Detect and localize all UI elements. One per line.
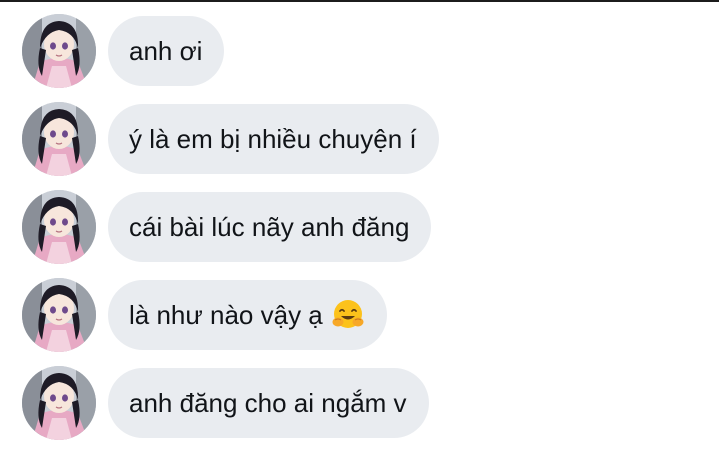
avatar[interactable]	[22, 14, 96, 88]
message-row: là như nào vậy ạ	[22, 278, 387, 352]
message-text: anh đăng cho ai ngắm v	[129, 387, 407, 418]
message-row: anh ơi	[22, 14, 225, 88]
avatar[interactable]	[22, 190, 96, 264]
avatar[interactable]	[22, 278, 96, 352]
message-bubble[interactable]: ý là em bị nhiều chuyện í	[108, 104, 439, 174]
message-row: ý là em bị nhiều chuyện í	[22, 102, 439, 176]
avatar[interactable]	[22, 102, 96, 176]
avatar[interactable]	[22, 366, 96, 440]
message-row: anh đăng cho ai ngắm v	[22, 366, 429, 440]
message-text: cái bài lúc nãy anh đăng	[129, 211, 410, 242]
message-row: cái bài lúc nãy anh đăng	[22, 190, 432, 264]
message-bubble[interactable]: anh ơi	[108, 16, 225, 86]
message-text: anh ơi	[129, 35, 203, 66]
message-bubble[interactable]: là như nào vậy ạ	[108, 280, 387, 350]
message-text: là như nào vậy ạ	[129, 299, 323, 330]
message-bubble[interactable]: cái bài lúc nãy anh đăng	[108, 192, 432, 262]
hugging-face-icon	[331, 298, 365, 332]
message-text: ý là em bị nhiều chuyện í	[129, 123, 417, 154]
chat-thread: anh ơi ý là em bị nhiều chuyện í cái bài…	[0, 0, 719, 449]
message-bubble[interactable]: anh đăng cho ai ngắm v	[108, 368, 429, 438]
